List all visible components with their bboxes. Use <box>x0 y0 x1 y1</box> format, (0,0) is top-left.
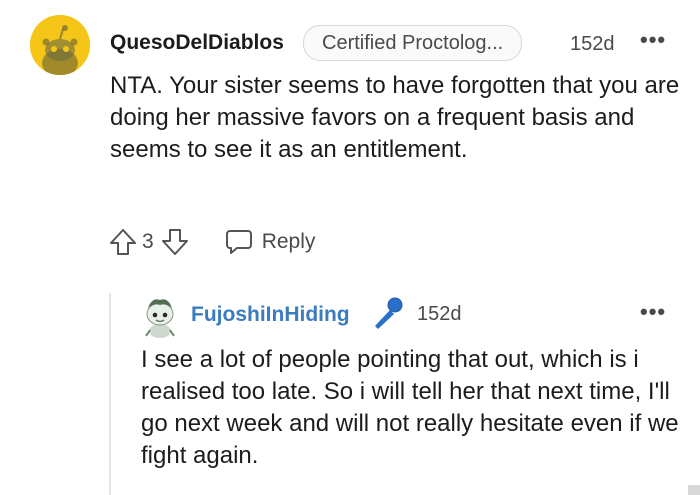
more-options-button[interactable]: ••• <box>640 299 666 325</box>
avatar[interactable] <box>30 15 90 75</box>
avatar[interactable] <box>140 294 180 338</box>
comment-body: NTA. Your sister seems to have forgotten… <box>110 72 680 163</box>
reply-age: 152d <box>417 303 462 325</box>
user-flair: Certified Proctolog... <box>303 25 523 61</box>
reply-body: I see a lot of people pointing that out,… <box>141 346 679 469</box>
reply-username[interactable]: FujoshiInHiding <box>191 303 350 327</box>
reply-label: Reply <box>261 230 316 253</box>
scroll-corner <box>688 485 700 495</box>
snoo-avatar-icon <box>30 15 90 75</box>
more-options-button[interactable]: ••• <box>640 27 666 53</box>
vote-count: 3 <box>142 230 154 253</box>
upvote-arrow-icon[interactable] <box>108 227 138 257</box>
comment-actions: 3 Reply <box>108 225 315 259</box>
comment-age: 152d <box>570 33 615 55</box>
speech-bubble-icon <box>224 227 254 257</box>
downvote-arrow-icon[interactable] <box>160 227 190 257</box>
comment-username[interactable]: QuesoDelDiablos <box>110 31 284 55</box>
snoo-avatar-icon <box>145 299 175 338</box>
microphone-icon <box>370 295 406 331</box>
reply-button[interactable]: Reply <box>224 227 316 257</box>
thread-line[interactable] <box>109 293 111 495</box>
